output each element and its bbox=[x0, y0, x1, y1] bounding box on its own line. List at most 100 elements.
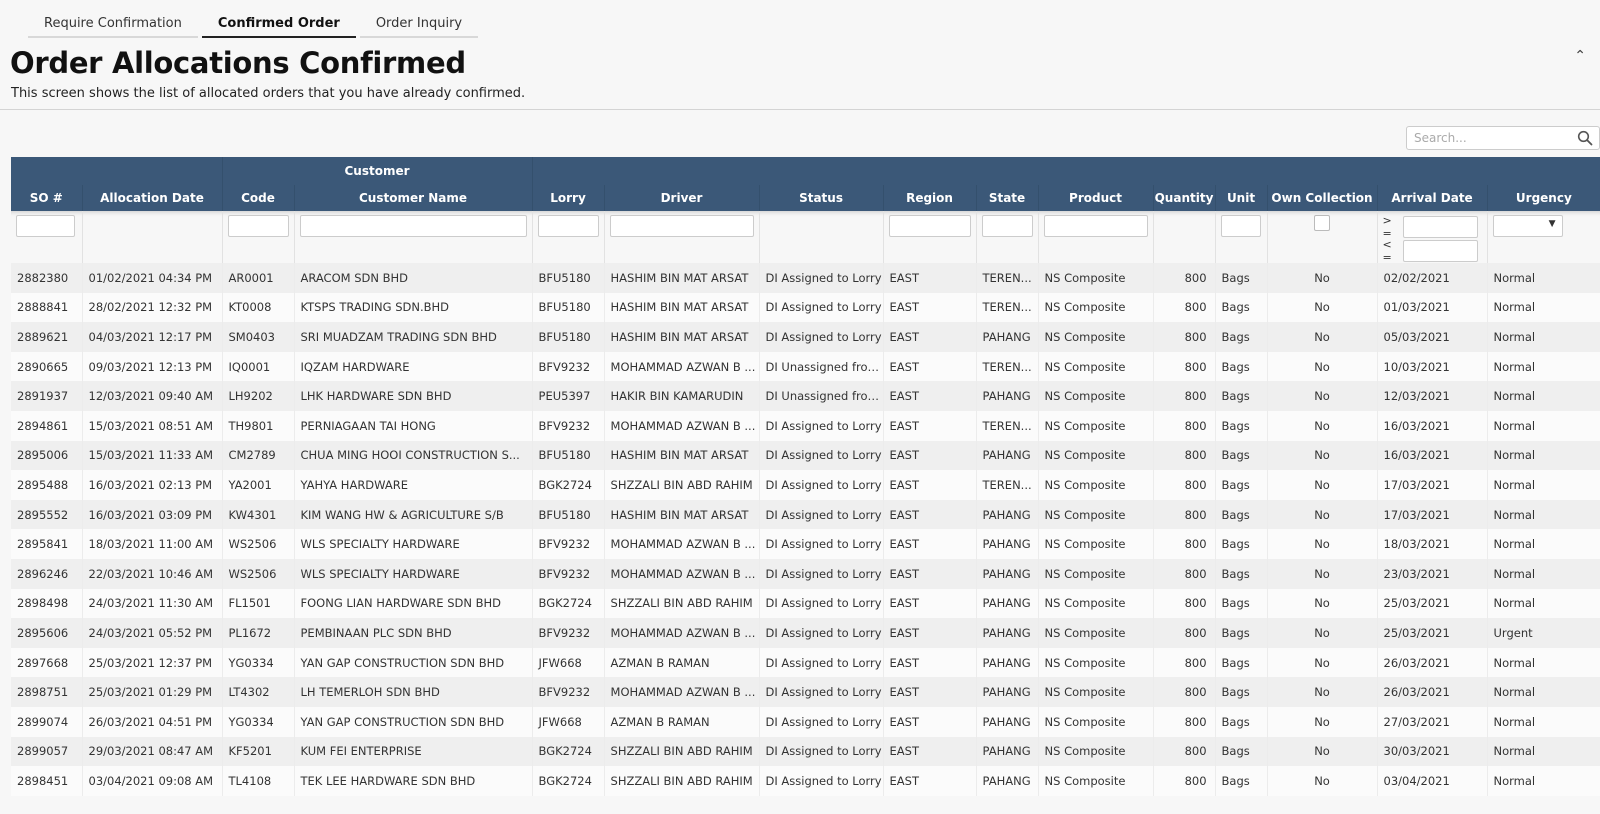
cell-code: CM2789 bbox=[221, 440, 294, 471]
search-box bbox=[1406, 126, 1600, 150]
search-icon[interactable] bbox=[1577, 130, 1593, 146]
cell-urgency: Normal bbox=[1486, 440, 1600, 471]
col-header-quantity[interactable]: Quantity bbox=[1152, 185, 1216, 211]
table-row[interactable]: 2895552 16/03/2021 03:09 PM KW4301 KIM WANG… bbox=[11, 499, 1600, 530]
table-body: 2882380 01/02/2021 04:34 PM AR0001 ARACOM S… bbox=[11, 263, 1600, 796]
cell-urgency: Normal bbox=[1486, 499, 1600, 530]
filter-urgency-select[interactable]: ▼ bbox=[1492, 215, 1563, 237]
col-header-state[interactable]: State bbox=[975, 185, 1039, 211]
table-row[interactable]: 2895006 15/03/2021 11:33 AM CM2789 CHUA MIN… bbox=[11, 440, 1600, 471]
cell-driver: HASHIM BIN MAT ARSAT bbox=[603, 499, 760, 530]
filter-product[interactable] bbox=[1043, 215, 1148, 237]
col-header-own-collection[interactable]: Own Collection bbox=[1266, 185, 1378, 211]
orders-table: Customer SO # Allocation Date Code Custo… bbox=[11, 157, 1600, 796]
col-header-urgency[interactable]: Urgency bbox=[1486, 185, 1600, 211]
filter-state[interactable] bbox=[981, 215, 1033, 237]
cell-urgency: Normal bbox=[1486, 351, 1600, 382]
col-header-status[interactable]: Status bbox=[758, 185, 884, 211]
col-header-lorry[interactable]: Lorry bbox=[531, 185, 605, 211]
table-row[interactable]: 2898451 03/04/2021 09:08 AM TL4108 TEK LEE … bbox=[11, 766, 1600, 796]
table-row[interactable]: 2895488 16/03/2021 02:13 PM YA2001 YAHYA HA… bbox=[11, 470, 1600, 500]
cell-code: TH9801 bbox=[221, 410, 294, 441]
cell-code: KF5201 bbox=[221, 736, 294, 767]
table-row[interactable]: 2895841 18/03/2021 11:00 AM WS2506 WLS SPEC… bbox=[11, 529, 1600, 559]
cell-status: DI Assigned to Lorry bbox=[758, 499, 884, 530]
tab-order-inquiry[interactable]: Order Inquiry bbox=[359, 12, 479, 38]
tab-require-confirmation[interactable]: Require Confirmation bbox=[28, 12, 198, 38]
table-row[interactable]: 2891937 12/03/2021 09:40 AM LH9202 LHK HARD… bbox=[11, 381, 1600, 411]
cell-lorry: JFW668 bbox=[531, 706, 605, 737]
cell-allocation-date: 18/03/2021 11:00 AM bbox=[81, 529, 222, 559]
filter-so-number[interactable] bbox=[16, 215, 75, 237]
chevron-up-icon[interactable]: ⌃ bbox=[1574, 48, 1586, 64]
cell-own-collection: No bbox=[1266, 292, 1378, 323]
table-row[interactable]: 2899074 26/03/2021 04:51 PM YG0334 YAN GAP … bbox=[11, 706, 1600, 737]
col-header-customer-name[interactable]: Customer Name bbox=[293, 185, 533, 211]
cell-own-collection: No bbox=[1266, 588, 1378, 619]
cell-code: IQ0001 bbox=[221, 351, 294, 382]
cell-state: PAHANG bbox=[975, 618, 1039, 648]
cell-allocation-date: 26/03/2021 04:51 PM bbox=[81, 706, 222, 737]
cell-quantity: 800 bbox=[1152, 706, 1216, 737]
cell-allocation-date: 01/02/2021 04:34 PM bbox=[81, 263, 222, 293]
filter-lorry[interactable] bbox=[537, 215, 599, 237]
cell-region: EAST bbox=[882, 292, 977, 323]
cell-status: DI Assigned to Lorry bbox=[758, 588, 884, 619]
table-row[interactable]: 2897668 25/03/2021 12:37 PM YG0334 YAN GAP … bbox=[11, 647, 1600, 678]
cell-product: NS Composite bbox=[1037, 322, 1154, 352]
filter-own-collection-checkbox[interactable] bbox=[1314, 215, 1331, 231]
table-row[interactable]: 2898751 25/03/2021 01:29 PM LT4302 LH TEMER… bbox=[11, 677, 1600, 707]
table-row[interactable]: 2894861 15/03/2021 08:51 AM TH9801 PERNIAGA… bbox=[11, 410, 1600, 441]
cell-urgency: Normal bbox=[1486, 766, 1600, 796]
filter-arrival-date-to[interactable] bbox=[1402, 240, 1478, 262]
filter-unit[interactable] bbox=[1220, 215, 1261, 237]
search-input[interactable] bbox=[1407, 127, 1567, 149]
cell-code: LT4302 bbox=[221, 677, 294, 707]
filter-arrival-lte-label: < = bbox=[1382, 238, 1392, 264]
col-header-so-number[interactable]: SO # bbox=[11, 185, 82, 211]
cell-urgency: Normal bbox=[1486, 588, 1600, 619]
table-row[interactable]: 2890665 09/03/2021 12:13 PM IQ0001 IQZAM HA… bbox=[11, 351, 1600, 382]
cell-driver: MOHAMMAD AZWAN B ... bbox=[603, 677, 760, 707]
cell-urgency: Normal bbox=[1486, 263, 1600, 293]
cell-driver: MOHAMMAD AZWAN B ... bbox=[603, 529, 760, 559]
table-row[interactable]: 2888841 28/02/2021 12:32 PM KT0008 KTSPS TR… bbox=[11, 292, 1600, 323]
filter-region[interactable] bbox=[888, 215, 971, 237]
cell-region: EAST bbox=[882, 766, 977, 796]
cell-so-number: 2898451 bbox=[11, 766, 82, 796]
col-header-allocation-date[interactable]: Allocation Date bbox=[81, 185, 222, 211]
col-header-region[interactable]: Region bbox=[882, 185, 977, 211]
table-row[interactable]: 2898498 24/03/2021 11:30 AM FL1501 FOONG LI… bbox=[11, 588, 1600, 619]
col-header-product[interactable]: Product bbox=[1037, 185, 1154, 211]
filter-driver[interactable] bbox=[609, 215, 754, 237]
table-row[interactable]: 2889621 04/03/2021 12:17 PM SM0403 SRI MUAD… bbox=[11, 322, 1600, 352]
table-row[interactable]: 2895606 24/03/2021 05:52 PM PL1672 PEMBINAA… bbox=[11, 618, 1600, 648]
table-row[interactable]: 2896246 22/03/2021 10:46 AM WS2506 WLS SPEC… bbox=[11, 558, 1600, 589]
cell-so-number: 2898498 bbox=[11, 588, 82, 619]
col-header-unit[interactable]: Unit bbox=[1214, 185, 1268, 211]
cell-product: NS Composite bbox=[1037, 351, 1154, 382]
cell-quantity: 800 bbox=[1152, 529, 1216, 559]
cell-so-number: 2894861 bbox=[11, 410, 82, 441]
cell-customer-name: FOONG LIAN HARDWARE SDN BHD bbox=[293, 588, 533, 619]
cell-driver: MOHAMMAD AZWAN B ... bbox=[603, 351, 760, 382]
col-header-arrival-date[interactable]: Arrival Date bbox=[1376, 185, 1488, 211]
filter-customer-name[interactable] bbox=[299, 215, 527, 237]
cell-code: WS2506 bbox=[221, 529, 294, 559]
cell-allocation-date: 24/03/2021 11:30 AM bbox=[81, 588, 222, 619]
table-row[interactable]: 2882380 01/02/2021 04:34 PM AR0001 ARACOM S… bbox=[11, 263, 1600, 293]
filter-code[interactable] bbox=[227, 215, 289, 237]
cell-status: DI Assigned to Lorry bbox=[758, 647, 884, 678]
cell-state: PAHANG bbox=[975, 736, 1039, 767]
cell-status: DI Assigned to Lorry bbox=[758, 470, 884, 500]
cell-own-collection: No bbox=[1266, 499, 1378, 530]
cell-region: EAST bbox=[882, 440, 977, 471]
cell-status: DI Assigned to Lorry bbox=[758, 322, 884, 352]
cell-unit: Bags bbox=[1214, 381, 1268, 411]
col-header-code[interactable]: Code bbox=[221, 185, 294, 211]
col-header-driver[interactable]: Driver bbox=[603, 185, 760, 211]
table-row[interactable]: 2899057 29/03/2021 08:47 AM KF5201 KUM FEI … bbox=[11, 736, 1600, 767]
filter-arrival-date-from[interactable] bbox=[1402, 216, 1478, 238]
tab-confirmed-order[interactable]: Confirmed Order bbox=[201, 12, 356, 38]
cell-unit: Bags bbox=[1214, 736, 1268, 767]
